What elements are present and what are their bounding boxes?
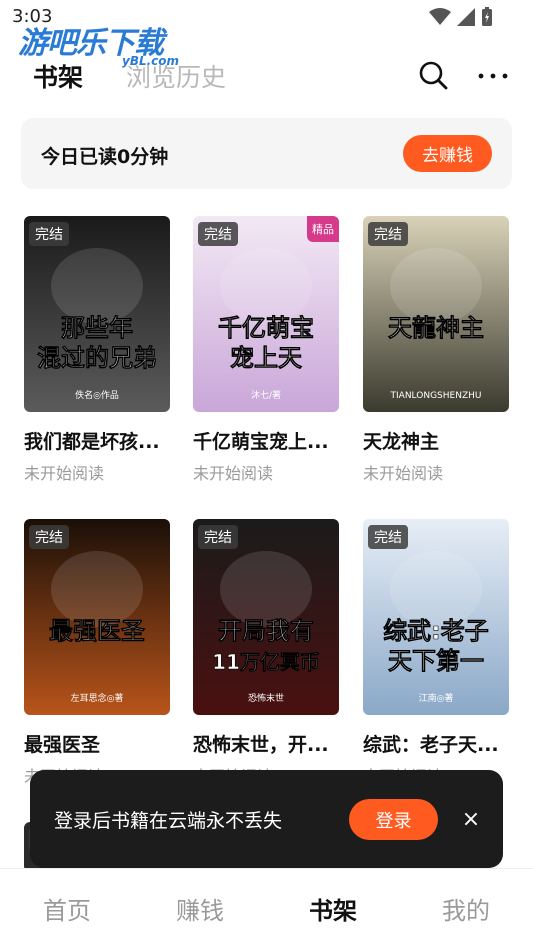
- cover-art-text: 宠上天: [230, 344, 302, 372]
- header: 书架 浏览历史: [0, 50, 533, 100]
- cover-art-text: 混过的兄弟: [37, 344, 157, 372]
- reading-status: 未开始阅读: [363, 464, 444, 483]
- cover-art-text: 佚名◎作品: [75, 389, 119, 401]
- status-icons: [429, 7, 493, 27]
- search-button[interactable]: [418, 60, 450, 92]
- wifi-icon: [429, 8, 451, 25]
- cover-art-text: 天龍神主: [388, 314, 484, 342]
- cover-art-text: 江南◎著: [419, 692, 454, 704]
- nav-profile[interactable]: 我的: [406, 891, 526, 926]
- cover-art-text: 综武:老子: [383, 617, 489, 645]
- more-button[interactable]: [476, 60, 510, 92]
- book-cover[interactable]: 综武:老子 天下第一 江南◎著 完结: [363, 519, 509, 715]
- reading-time-text: 今日已读0分钟: [41, 146, 169, 168]
- completed-badge: 完结: [198, 222, 238, 246]
- nav-earn[interactable]: 赚钱: [140, 891, 260, 926]
- cover-art-text: TIANLONGSHENZHU: [390, 391, 482, 401]
- search-icon: [419, 61, 448, 90]
- tab-bookshelf[interactable]: 书架: [33, 58, 83, 94]
- completed-badge: 完结: [368, 222, 408, 246]
- completed-badge: 完结: [368, 525, 408, 549]
- close-icon[interactable]: ×: [458, 806, 484, 832]
- battery-icon: [482, 7, 492, 26]
- nav-home[interactable]: 首页: [7, 891, 127, 926]
- cover-art-text: 最强医圣: [49, 617, 146, 645]
- cover-art-text: 沐七/著: [251, 389, 281, 401]
- cover-art-text: 那些年: [61, 314, 133, 342]
- tab-history[interactable]: 浏览历史: [126, 58, 226, 94]
- cover-art-text: 恐怖末世: [248, 692, 284, 704]
- book-title[interactable]: 千亿萌宝宠上...: [193, 427, 343, 454]
- book-cover[interactable]: 千亿萌宝 宠上天 沐七/著 完结 精品: [193, 216, 339, 412]
- reading-time-card: 今日已读0分钟 去赚钱: [21, 118, 512, 189]
- login-prompt-toast: 登录后书籍在云端永不丢失 登录 ×: [30, 770, 503, 868]
- earn-money-button[interactable]: 去赚钱: [403, 135, 492, 172]
- signal-icon: [457, 8, 475, 26]
- completed-badge: 完结: [29, 222, 69, 246]
- cover-art-text: 左耳思念◎著: [71, 692, 124, 704]
- login-button[interactable]: 登录: [349, 799, 438, 840]
- nav-bookshelf[interactable]: 书架: [273, 891, 393, 926]
- book-title[interactable]: 恐怖末世，开...: [193, 730, 343, 757]
- book-cover[interactable]: 开局我有 11万亿冥币 恐怖末世 完结: [193, 519, 339, 715]
- login-prompt-text: 登录后书籍在云端永不丢失: [54, 810, 283, 832]
- book-title[interactable]: 最强医圣: [24, 730, 174, 757]
- cover-art-text: 11万亿冥币: [212, 650, 320, 674]
- book-cover[interactable]: 天龍神主 TIANLONGSHENZHU 完结: [363, 216, 509, 412]
- book-title[interactable]: 我们都是坏孩...: [24, 427, 174, 454]
- premium-badge: 精品: [307, 216, 339, 242]
- book-title[interactable]: 综武：老子天...: [363, 730, 513, 757]
- book-cover[interactable]: 那些年 混过的兄弟 佚名◎作品 完结: [24, 216, 170, 412]
- reading-status: 未开始阅读: [193, 464, 274, 483]
- completed-badge: 完结: [29, 525, 69, 549]
- cover-art-text: 千亿萌宝: [218, 314, 314, 342]
- book-cover[interactable]: 最强医圣 左耳思念◎著 完结: [24, 519, 170, 715]
- bottom-nav: 首页 赚钱 书架 我的: [0, 868, 533, 948]
- cover-art-text: 开局我有: [218, 617, 314, 645]
- cover-art-text: 天下第一: [388, 647, 484, 675]
- book-title[interactable]: 天龙神主: [363, 427, 513, 454]
- reading-status: 未开始阅读: [24, 464, 105, 483]
- more-icon: [478, 73, 508, 79]
- completed-badge: 完结: [198, 525, 238, 549]
